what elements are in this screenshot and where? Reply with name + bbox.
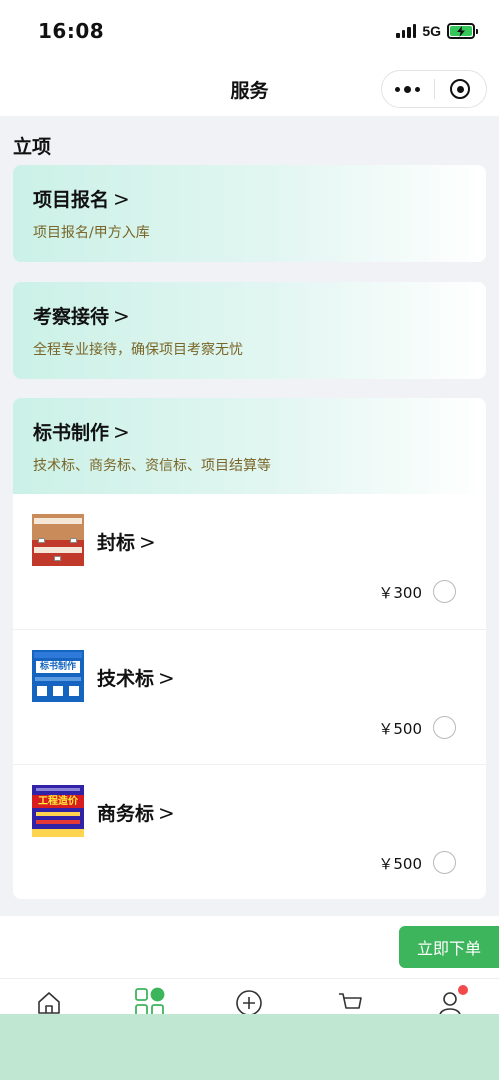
chevron-right-icon: > bbox=[139, 529, 156, 554]
card-bid-document[interactable]: 标书制作 > 技术标、商务标、资信标、项目结算等 bbox=[13, 398, 486, 495]
product-name-text: 技术标 bbox=[97, 668, 155, 690]
select-radio[interactable] bbox=[433, 716, 456, 739]
status-time: 16:08 bbox=[38, 19, 105, 43]
notification-badge bbox=[458, 985, 468, 995]
card-title: 考察接待 > bbox=[33, 302, 130, 329]
more-dots-icon[interactable] bbox=[382, 71, 434, 107]
product-price: ￥500 bbox=[378, 855, 422, 873]
product-name[interactable]: 封标 > bbox=[97, 528, 156, 555]
product-price: ￥300 bbox=[378, 584, 422, 602]
product-item-business-bid[interactable]: 工程造价 商务标 > ￥500 bbox=[13, 764, 486, 899]
chevron-right-icon: > bbox=[158, 665, 175, 690]
status-bar: 16:08 5G bbox=[0, 0, 499, 62]
signal-icon bbox=[396, 24, 417, 38]
card-title-text: 项目报名 bbox=[33, 189, 110, 211]
bottom-overlay bbox=[0, 1014, 499, 1080]
product-item-technical-bid[interactable]: 标书制作 技术标 > ￥500 bbox=[13, 629, 486, 764]
card-title: 标书制作 > bbox=[33, 418, 130, 445]
card-subtitle: 技术标、商务标、资信标、项目结算等 bbox=[33, 458, 271, 474]
product-list: 封标 > ￥300 标书制作 技术标 > ￥500 工程造价 商务标 > ￥50… bbox=[13, 494, 486, 899]
product-name-text: 商务标 bbox=[97, 803, 155, 825]
product-name[interactable]: 技术标 > bbox=[97, 664, 175, 691]
select-radio[interactable] bbox=[433, 580, 456, 603]
card-title-text: 标书制作 bbox=[33, 422, 110, 444]
chevron-right-icon: > bbox=[113, 186, 130, 211]
product-thumbnail: 工程造价 bbox=[32, 785, 84, 837]
order-bar: 立即下单 bbox=[0, 916, 499, 978]
chevron-right-icon: > bbox=[113, 303, 130, 328]
product-thumbnail bbox=[32, 514, 84, 566]
status-indicators: 5G bbox=[396, 20, 478, 42]
card-subtitle: 项目报名/甲方入库 bbox=[33, 225, 150, 241]
card-subtitle: 全程专业接待，确保项目考察无忧 bbox=[33, 342, 243, 358]
thumbnail-text: 工程造价 bbox=[32, 795, 84, 808]
network-type: 5G bbox=[422, 23, 441, 39]
battery-icon bbox=[447, 23, 478, 39]
product-name-text: 封标 bbox=[97, 532, 136, 554]
product-thumbnail: 标书制作 bbox=[32, 650, 84, 702]
order-now-button[interactable]: 立即下单 bbox=[399, 926, 499, 968]
product-item-seal[interactable]: 封标 > ￥300 bbox=[13, 494, 486, 629]
card-project-registration[interactable]: 项目报名 > 项目报名/甲方入库 bbox=[13, 165, 486, 262]
chevron-right-icon: > bbox=[158, 800, 175, 825]
card-inspection-reception[interactable]: 考察接待 > 全程专业接待，确保项目考察无忧 bbox=[13, 282, 486, 379]
select-radio[interactable] bbox=[433, 851, 456, 874]
thumbnail-text: 标书制作 bbox=[36, 661, 80, 673]
home-icon bbox=[38, 992, 60, 1014]
section-title: 立项 bbox=[13, 136, 52, 158]
card-title: 项目报名 > bbox=[33, 185, 130, 212]
card-title-text: 考察接待 bbox=[33, 306, 110, 328]
product-name[interactable]: 商务标 > bbox=[97, 799, 175, 826]
product-price: ￥500 bbox=[378, 720, 422, 738]
navigation-bar: 服务 bbox=[0, 62, 499, 116]
mini-program-capsule bbox=[381, 70, 487, 108]
target-close-icon[interactable] bbox=[434, 71, 486, 107]
chevron-right-icon: > bbox=[113, 419, 130, 444]
